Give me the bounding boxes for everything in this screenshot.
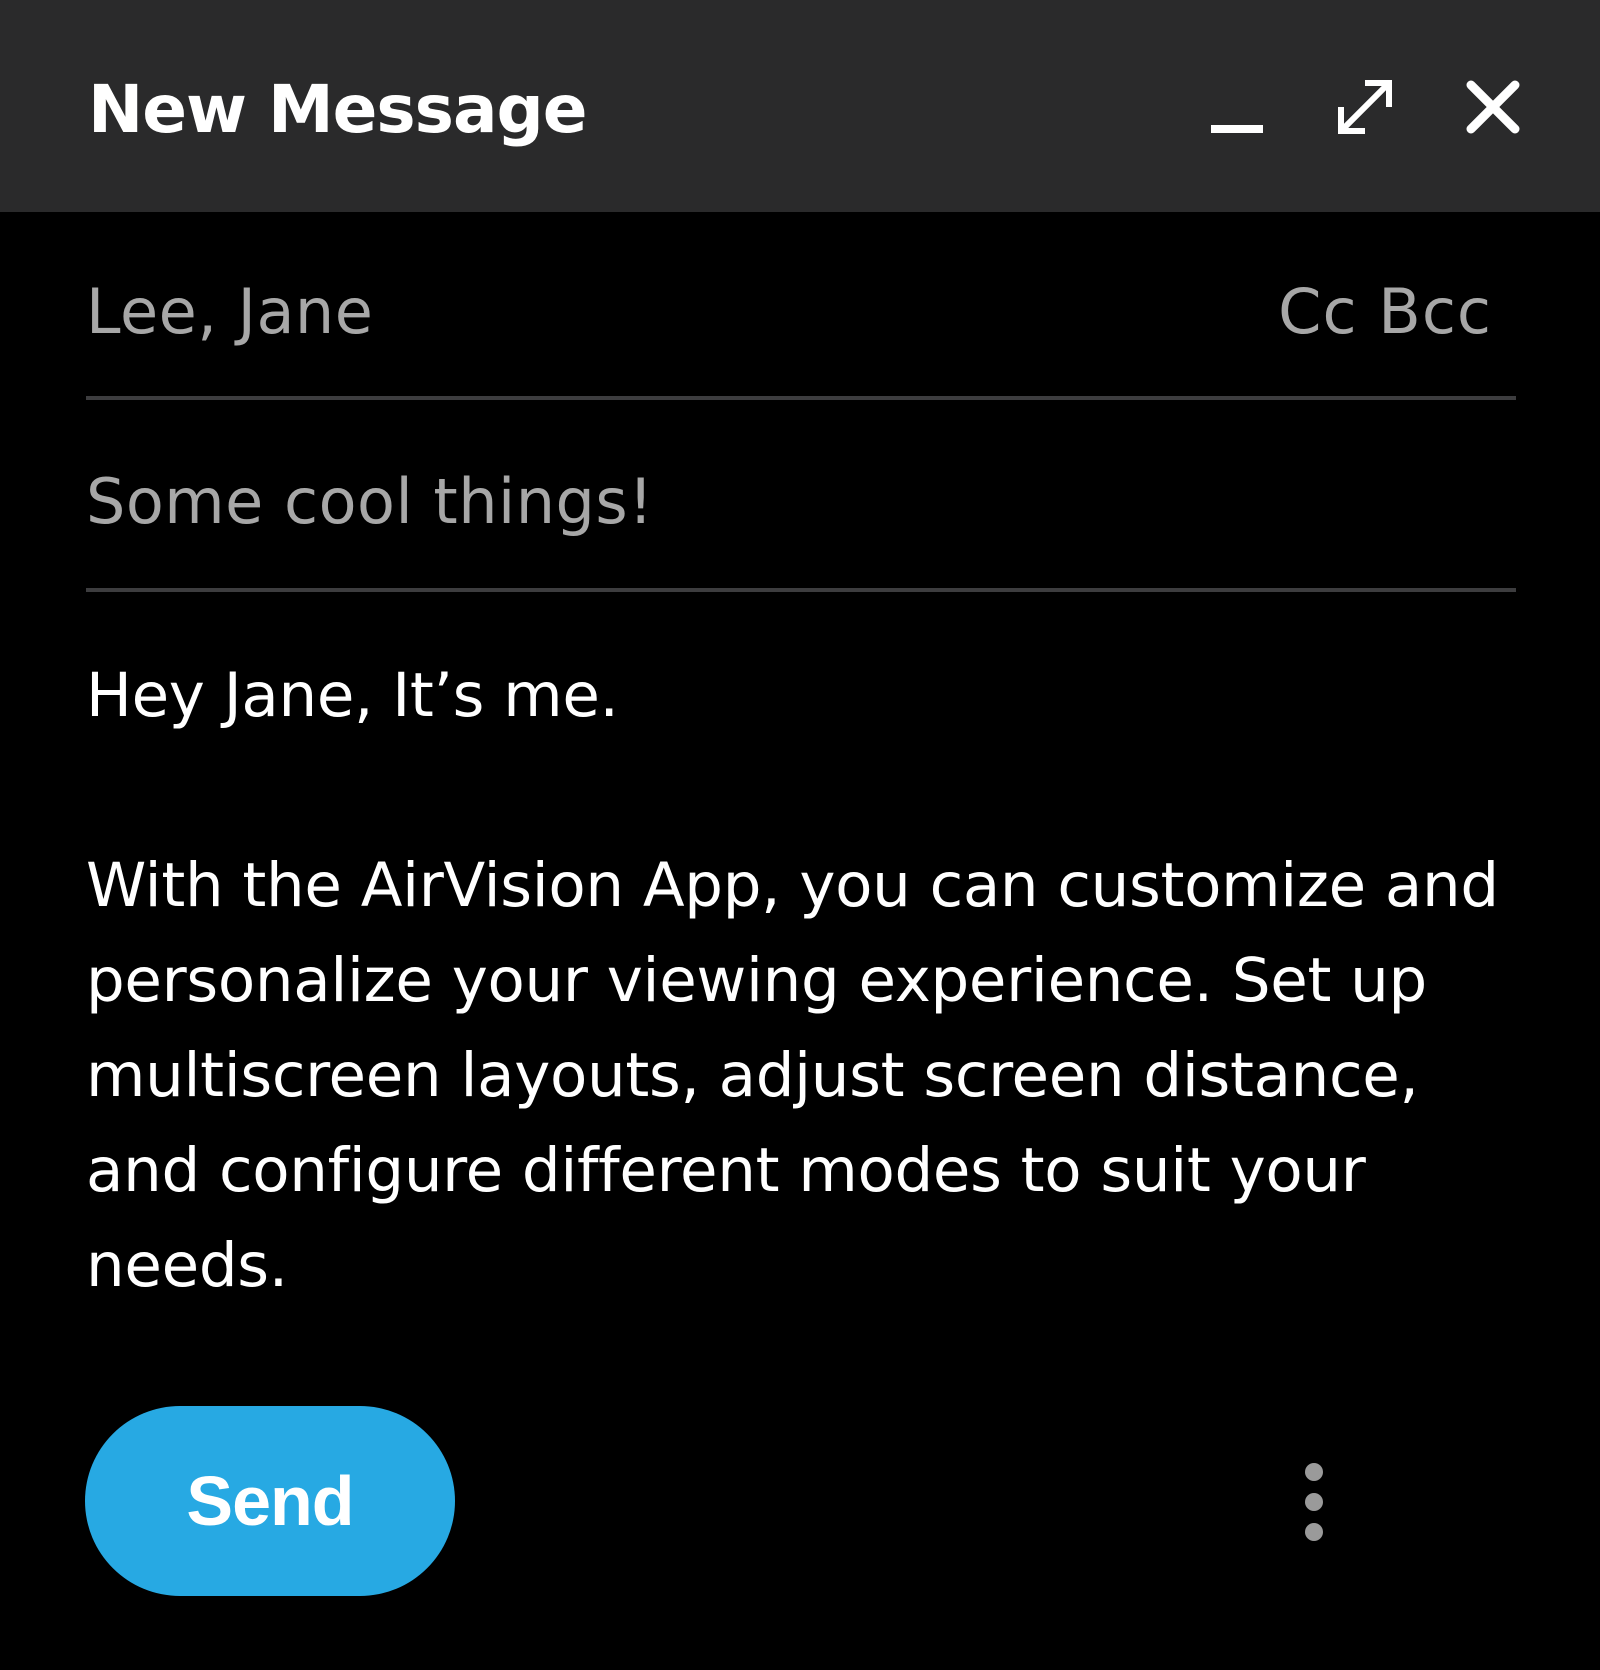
body-paragraph: With the AirVision App, you can customiz… [86, 850, 1499, 1301]
minimize-button[interactable] [1192, 62, 1282, 152]
cc-bcc-toggles: Cc Bcc [1278, 272, 1492, 352]
minimize-icon [1211, 125, 1263, 133]
subject-value: Some cool things! [86, 465, 654, 538]
cc-button[interactable]: Cc [1278, 275, 1357, 348]
close-icon [1466, 80, 1520, 134]
window-title: New Message [88, 71, 588, 148]
close-button[interactable] [1448, 62, 1538, 152]
title-bar: New Message [0, 0, 1600, 212]
subject-field[interactable]: Some cool things! [86, 400, 1516, 592]
bcc-button[interactable]: Bcc [1378, 275, 1492, 348]
send-button[interactable]: Send [85, 1406, 455, 1596]
more-options-button[interactable] [1276, 1442, 1352, 1562]
expand-arrows-icon [1338, 80, 1392, 134]
message-body[interactable]: Hey Jane, It’s me. With the AirVision Ap… [86, 648, 1526, 1313]
body-greeting: Hey Jane, It’s me. [86, 660, 619, 731]
more-vertical-icon [1305, 1463, 1323, 1541]
recipient-field[interactable]: Lee, Jane Cc Bcc [86, 212, 1516, 400]
recipient-value: Lee, Jane [86, 275, 374, 348]
expand-button[interactable] [1320, 62, 1410, 152]
